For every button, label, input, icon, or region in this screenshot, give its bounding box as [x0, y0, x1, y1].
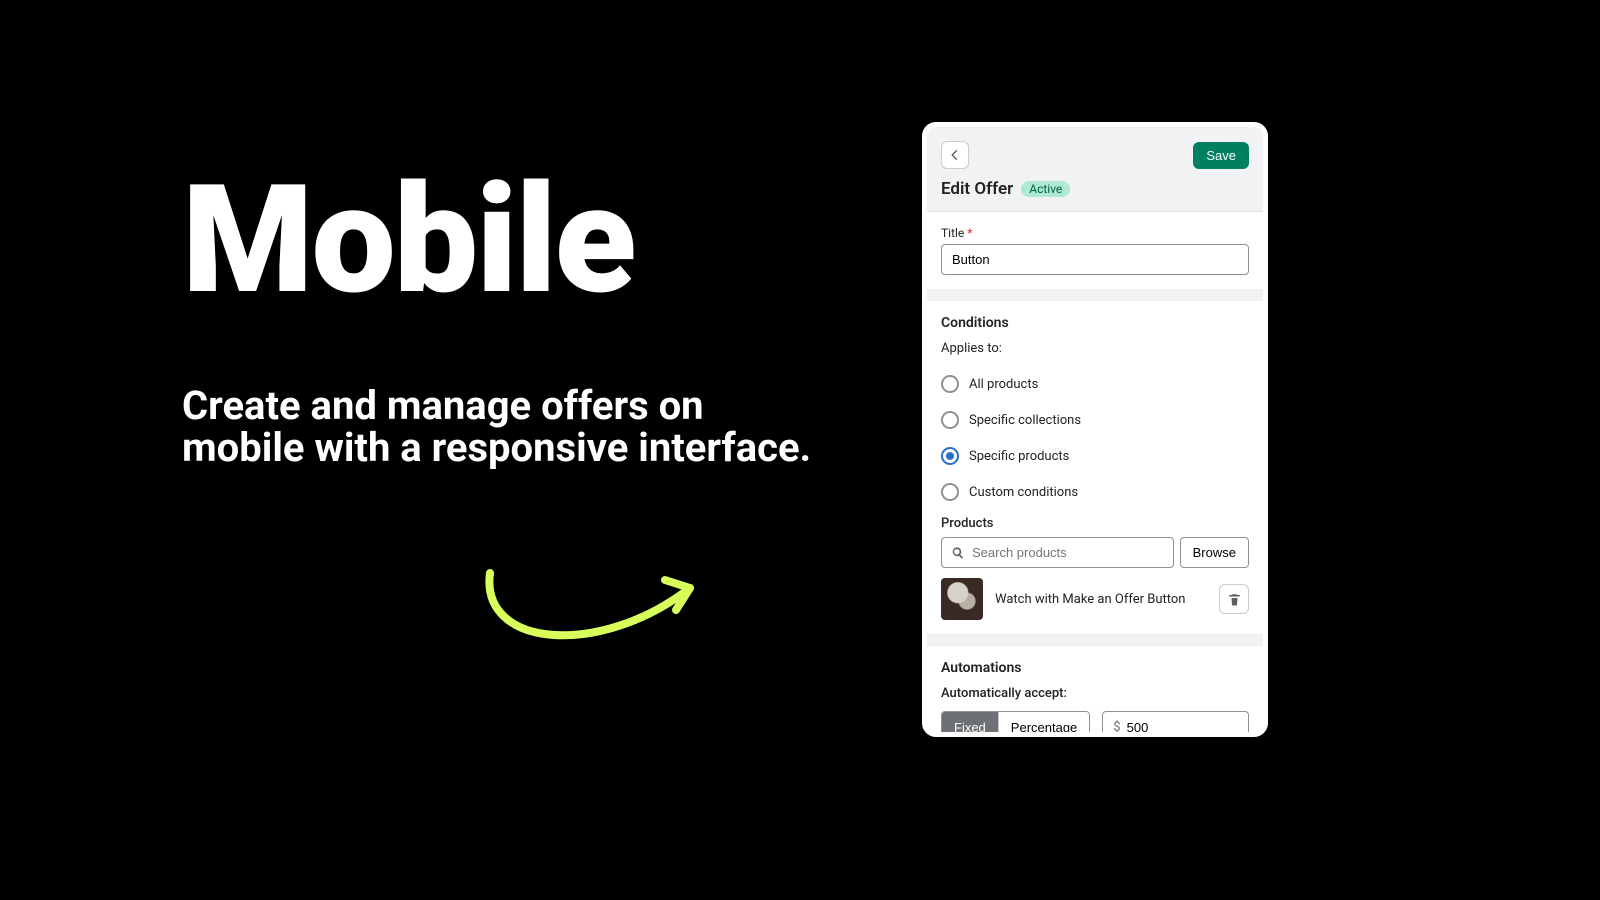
product-row: Watch with Make an Offer Button: [941, 578, 1249, 620]
radio-custom-conditions[interactable]: Custom conditions: [941, 474, 1249, 510]
segment-fixed[interactable]: Fixed: [942, 712, 998, 737]
radio-specific-products[interactable]: Specific products: [941, 438, 1249, 474]
segment-percentage[interactable]: Percentage: [998, 712, 1090, 737]
amount-input[interactable]: [1127, 712, 1238, 737]
product-name: Watch with Make an Offer Button: [995, 592, 1207, 607]
radio-label: All products: [969, 377, 1038, 392]
mobile-preview: Save Edit Offer Active Title * Condition…: [922, 122, 1268, 737]
remove-product-button[interactable]: [1219, 584, 1249, 614]
radio-icon: [941, 411, 959, 429]
conditions-heading: Conditions: [941, 315, 1249, 331]
product-search-input[interactable]: [966, 538, 1165, 567]
automations-card: Automations Automatically accept: Fixed …: [927, 646, 1263, 737]
conditions-card: Conditions Applies to: All products Spec…: [927, 301, 1263, 634]
browse-button[interactable]: Browse: [1180, 537, 1249, 568]
applies-to-label: Applies to:: [941, 341, 1249, 356]
radio-icon: [941, 483, 959, 501]
radio-all-products[interactable]: All products: [941, 366, 1249, 402]
radio-label: Custom conditions: [969, 485, 1078, 500]
hero-subtitle: Create and manage offers on mobile with …: [182, 385, 822, 469]
status-badge: Active: [1021, 181, 1070, 197]
radio-label: Specific collections: [969, 413, 1081, 428]
trash-icon: [1227, 592, 1242, 607]
search-icon: [950, 545, 966, 561]
arrow-illustration: [470, 558, 720, 668]
radio-icon: [941, 447, 959, 465]
title-label: Title *: [941, 226, 1249, 240]
save-button[interactable]: Save: [1193, 142, 1249, 169]
title-input[interactable]: [941, 244, 1249, 275]
products-heading: Products: [941, 516, 1249, 531]
hero-title: Mobile: [182, 165, 822, 315]
currency-symbol: $: [1113, 720, 1120, 735]
automations-heading: Automations: [941, 660, 1249, 676]
radio-specific-collections[interactable]: Specific collections: [941, 402, 1249, 438]
arrow-left-icon: [948, 148, 962, 162]
product-search[interactable]: [941, 537, 1174, 568]
radio-label: Specific products: [969, 449, 1069, 464]
page-title: Edit Offer: [941, 179, 1013, 199]
amount-type-segment: Fixed Percentage: [941, 711, 1090, 737]
product-thumbnail: [941, 578, 983, 620]
back-button[interactable]: [941, 141, 969, 169]
auto-accept-label: Automatically accept:: [941, 686, 1249, 701]
radio-icon: [941, 375, 959, 393]
title-card: Title *: [927, 211, 1263, 289]
amount-input-wrap[interactable]: $: [1102, 711, 1249, 737]
